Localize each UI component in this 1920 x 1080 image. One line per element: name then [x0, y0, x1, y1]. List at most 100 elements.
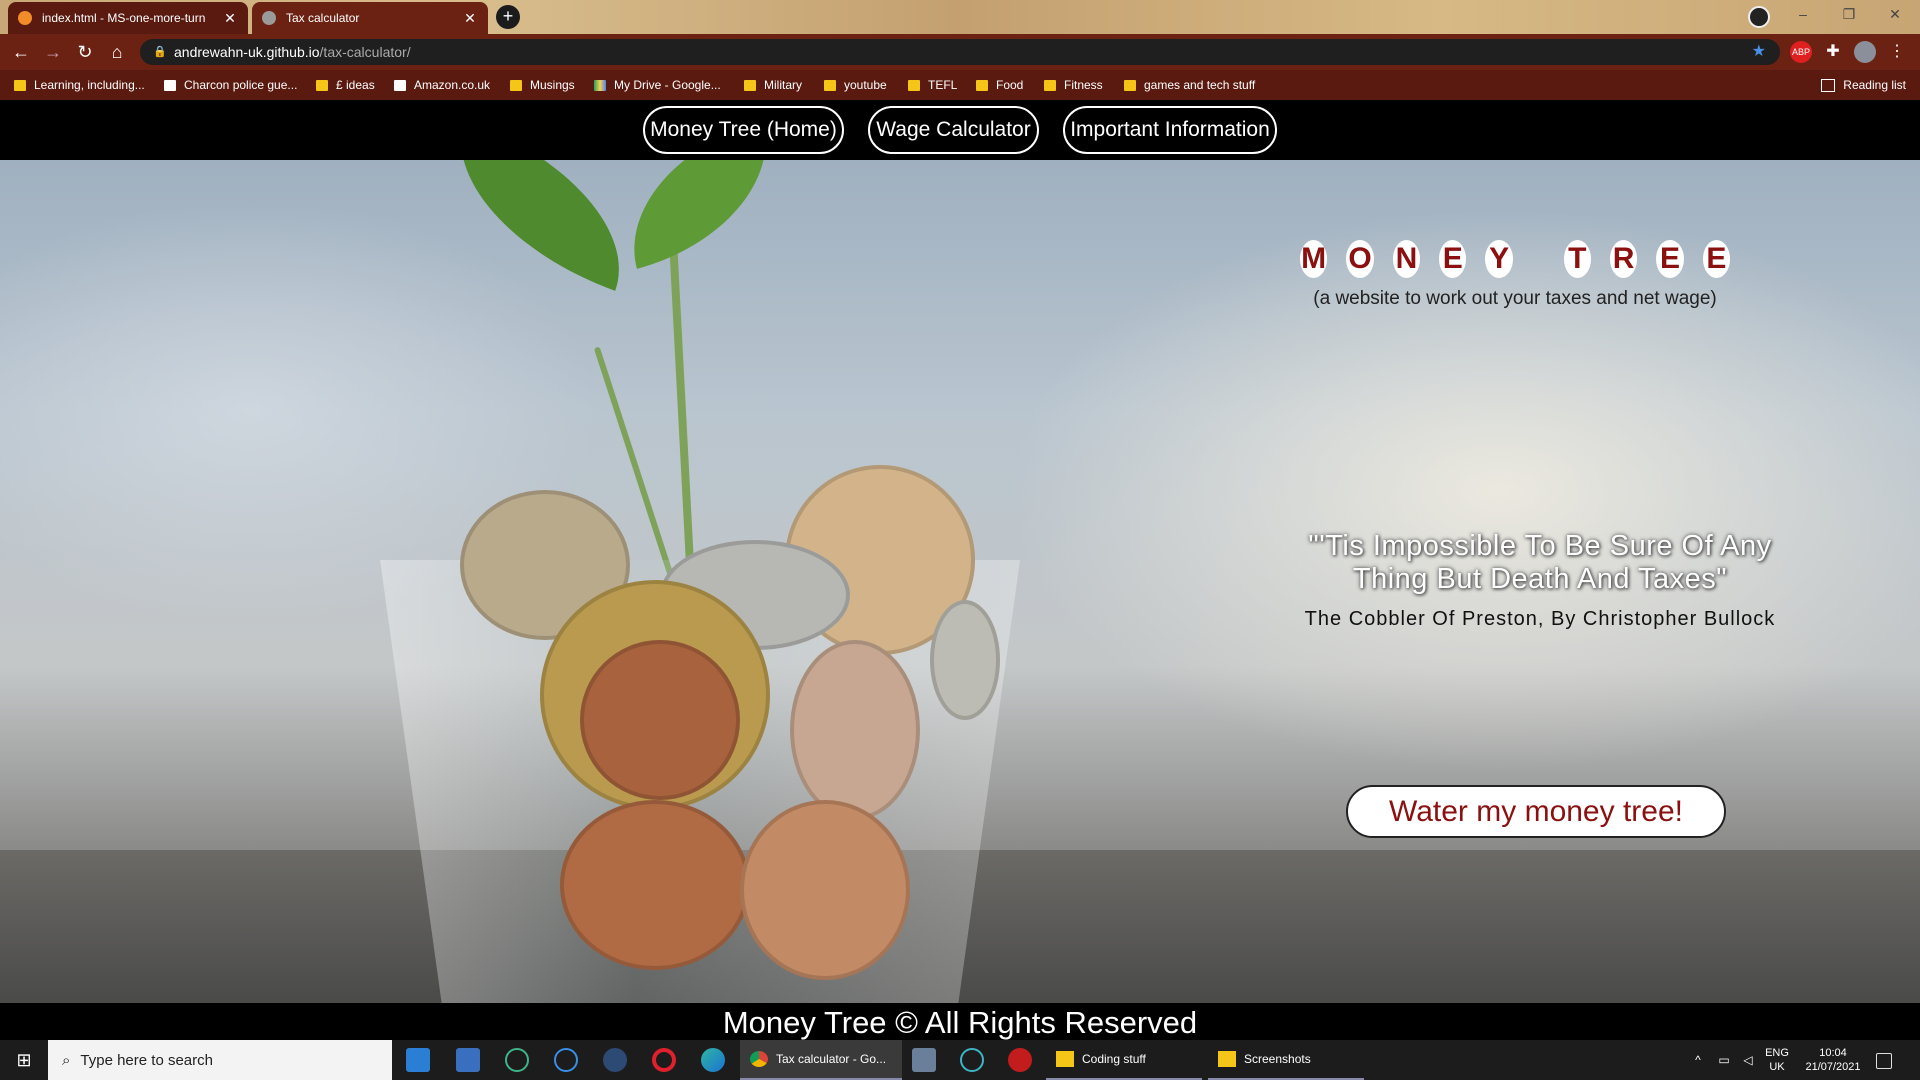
bookmark-label: youtube	[844, 78, 887, 92]
steam-icon[interactable]	[603, 1048, 627, 1072]
close-tab-icon[interactable]: ✕	[222, 10, 238, 27]
restore-button[interactable]: ❐	[1826, 0, 1872, 30]
nav-home-button[interactable]: Money Tree (Home)	[643, 106, 844, 154]
close-tab-icon[interactable]: ✕	[462, 10, 478, 27]
bookmark-label: Amazon.co.uk	[414, 78, 491, 92]
search-placeholder: Type here to search	[80, 1051, 213, 1069]
folder-icon	[744, 79, 756, 91]
home-icon[interactable]: ⌂	[105, 40, 129, 64]
new-tab-button[interactable]: +	[496, 5, 520, 29]
bookmark-item[interactable]: Learning, including...	[14, 70, 145, 100]
title-letter: N	[1392, 240, 1421, 278]
url-path: /tax-calculator/	[319, 44, 411, 60]
bookmark-item[interactable]: £ ideas	[316, 70, 375, 100]
web-page: Money Tree (Home) Wage Calculator Import…	[0, 100, 1920, 1040]
water-money-tree-button[interactable]: Water my money tree!	[1346, 785, 1726, 838]
nav-important-information-button[interactable]: Important Information	[1063, 106, 1277, 154]
bookmark-item[interactable]: Food	[976, 70, 1023, 100]
folder-icon	[908, 79, 920, 91]
tab-tax-calculator[interactable]: Tax calculator ✕	[252, 2, 488, 34]
clock[interactable]: 10:04 21/07/2021	[1796, 1040, 1870, 1080]
coin-image	[790, 640, 920, 820]
title-letter: Y	[1485, 240, 1513, 278]
close-window-button[interactable]: ✕	[1872, 0, 1918, 30]
upwork-icon[interactable]	[505, 1048, 529, 1072]
reading-list-button[interactable]: Reading list	[1821, 70, 1906, 100]
bookmark-label: Learning, including...	[34, 78, 145, 92]
edge-icon[interactable]	[701, 1048, 725, 1072]
avatar[interactable]	[1854, 41, 1876, 63]
tab-index-html[interactable]: index.html - MS-one-more-turn ✕	[8, 2, 248, 34]
windows-start-icon[interactable]: ⊞	[0, 1040, 48, 1080]
back-arrow-icon[interactable]: ←	[9, 40, 33, 64]
site-tagline: (a website to work out your taxes and ne…	[1313, 288, 1717, 309]
extensions-puzzle-icon[interactable]: ✚	[1822, 41, 1844, 63]
lock-icon: 🔒	[153, 46, 167, 58]
folder-icon	[1044, 79, 1056, 91]
site-title: M O N E Y T R E E	[1300, 240, 1730, 278]
reload-icon[interactable]: ↻	[73, 40, 97, 64]
quote-source: The Cobbler Of Preston, By Christopher B…	[1304, 608, 1776, 630]
forward-arrow-icon[interactable]: →	[41, 40, 65, 64]
bookmark-item[interactable]: youtube	[824, 70, 887, 100]
chevron-up-icon[interactable]: ^	[1686, 1048, 1710, 1072]
clock-time: 10:04	[1819, 1047, 1847, 1059]
mail-icon[interactable]	[406, 1048, 430, 1072]
reading-list-icon	[1821, 78, 1836, 92]
bookmark-item[interactable]: Fitness	[1044, 70, 1103, 100]
app-icon[interactable]	[912, 1048, 936, 1072]
bookmark-label: Military	[764, 78, 802, 92]
bookmark-item[interactable]: My Drive - Google...	[594, 70, 721, 100]
coin-image	[560, 800, 750, 970]
app-icon[interactable]	[456, 1048, 480, 1072]
bookmark-item[interactable]: Musings	[510, 70, 575, 100]
notification-icon[interactable]	[1876, 1053, 1892, 1069]
bookmark-label: My Drive - Google...	[614, 78, 721, 92]
bookmark-label: Fitness	[1064, 78, 1103, 92]
windows-taskbar: ⊞ ⌕ Type here to search Tax calculator -…	[0, 1040, 1920, 1080]
title-letter: E	[1439, 240, 1467, 278]
more-menu-icon[interactable]: ⋮	[1886, 41, 1908, 63]
coin-image	[580, 640, 740, 800]
bookmark-label: £ ideas	[336, 78, 375, 92]
network-icon[interactable]: ▭	[1712, 1048, 1736, 1072]
app-icon[interactable]	[960, 1048, 984, 1072]
bookmark-item[interactable]: TEFL	[908, 70, 957, 100]
title-letter: E	[1656, 240, 1684, 278]
folder-icon	[510, 79, 522, 91]
app-icon[interactable]	[1008, 1048, 1032, 1072]
grammarly-icon[interactable]	[554, 1048, 578, 1072]
bookmark-label: games and tech stuff	[1144, 78, 1256, 92]
site-footer: Money Tree © All Rights Reserved	[0, 1003, 1920, 1040]
coin-image	[740, 800, 910, 980]
opera-icon[interactable]	[652, 1048, 676, 1072]
plant-leaf	[427, 160, 653, 291]
url-host: andrewahn-uk.github.io	[174, 44, 320, 60]
hero-section: M O N E Y T R E E (a website to work out…	[0, 160, 1920, 1003]
bookmark-star-icon[interactable]: ★	[1752, 39, 1766, 65]
nav-wage-calculator-button[interactable]: Wage Calculator	[868, 106, 1039, 154]
bookmark-label: Charcon police gue...	[184, 78, 298, 92]
profile-icon[interactable]	[1748, 6, 1770, 28]
language-indicator[interactable]: ENG UK	[1762, 1040, 1792, 1080]
folder-icon	[1218, 1051, 1236, 1067]
language-region: UK	[1769, 1061, 1785, 1073]
minimize-button[interactable]: –	[1780, 0, 1826, 30]
taskbar-search-box[interactable]: ⌕ Type here to search	[48, 1040, 392, 1080]
bookmark-item[interactable]: Military	[744, 70, 802, 100]
taskbar-app-coding-stuff[interactable]: Coding stuff	[1046, 1040, 1202, 1080]
gitpod-favicon-icon	[18, 11, 32, 25]
folder-icon	[1056, 1051, 1074, 1067]
taskbar-app-chrome[interactable]: Tax calculator - Go...	[740, 1040, 902, 1080]
title-space	[1532, 240, 1545, 278]
bookmark-item[interactable]: Charcon police gue...	[164, 70, 297, 100]
taskbar-app-screenshots[interactable]: Screenshots	[1208, 1040, 1364, 1080]
address-bar[interactable]: 🔒 andrewahn-uk.github.io/tax-calculator/…	[140, 39, 1780, 65]
google-drive-icon	[594, 79, 606, 91]
bookmark-item[interactable]: games and tech stuff	[1124, 70, 1255, 100]
adblock-extension-icon[interactable]: ABP	[1790, 41, 1812, 63]
bookmark-item[interactable]: Amazon.co.uk	[394, 70, 490, 100]
volume-icon[interactable]: ◁	[1736, 1048, 1760, 1072]
bookmark-label: Musings	[530, 78, 575, 92]
bookmarks-bar: Learning, including... Charcon police gu…	[0, 70, 1920, 100]
